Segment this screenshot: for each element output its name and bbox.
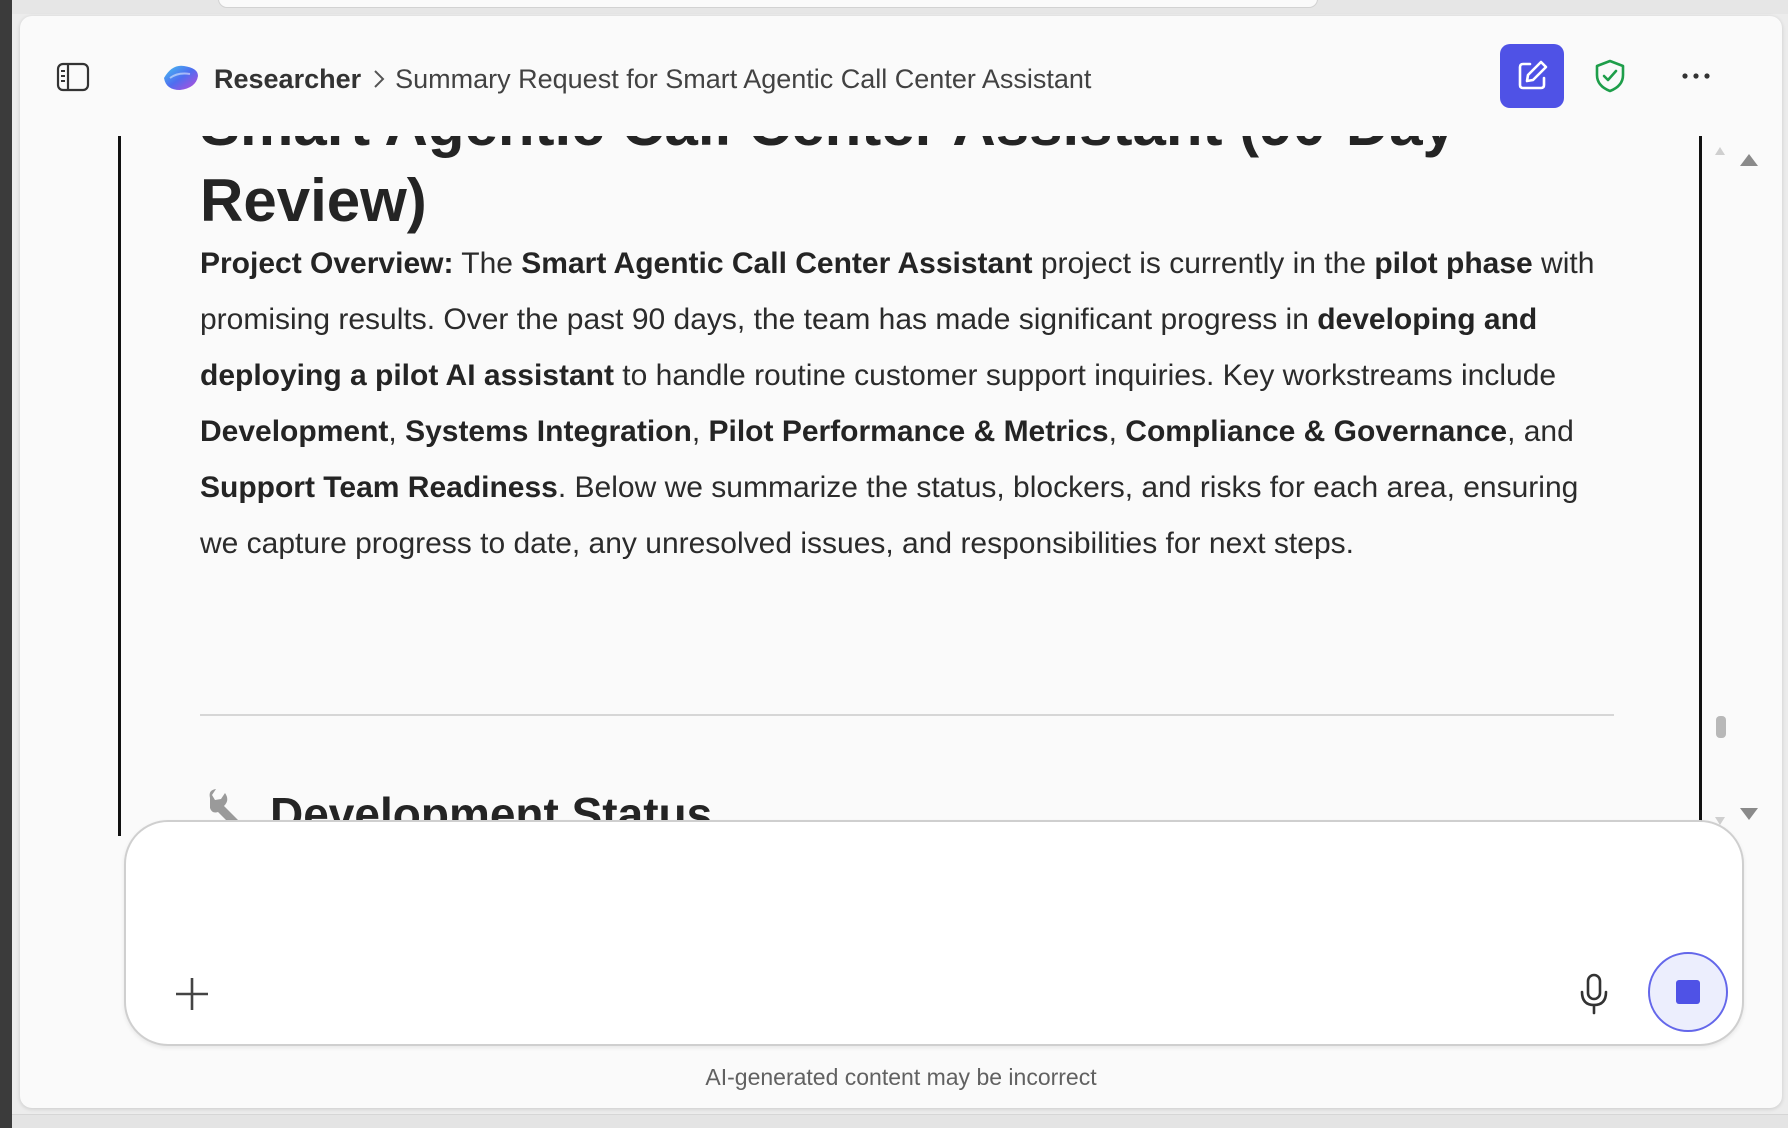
- top-search-bar-edge[interactable]: [218, 0, 1318, 8]
- researcher-logo: [160, 60, 202, 94]
- message-composer: [124, 820, 1744, 1046]
- shield-check-icon: [1595, 59, 1625, 93]
- scroll-up-arrow-small[interactable]: [1714, 146, 1726, 156]
- more-options-icon: [1682, 73, 1710, 79]
- header: Researcher Summary Request for Smart Age…: [20, 16, 1782, 136]
- microphone-icon: [1580, 973, 1608, 1015]
- chevron-right-icon: [374, 70, 385, 88]
- more-options-button[interactable]: [1672, 56, 1720, 96]
- report-heading-partial: Smart Agentic Call Center Assistant (90-…: [200, 136, 1456, 160]
- desktop-edge: [0, 0, 12, 1128]
- message-input[interactable]: [166, 852, 1666, 912]
- scroll-up-arrow[interactable]: [1738, 152, 1760, 168]
- new-chat-button[interactable]: [1500, 44, 1564, 108]
- project-overview-paragraph: Project Overview: The Smart Agentic Call…: [200, 247, 1595, 560]
- section-divider: [200, 714, 1614, 716]
- overview-label: Project Overview:: [200, 247, 454, 280]
- breadcrumb: Researcher Summary Request for Smart Age…: [214, 62, 1091, 96]
- breadcrumb-researcher[interactable]: Researcher: [214, 64, 361, 95]
- plus-icon: [176, 978, 208, 1010]
- report-heading: Review): [200, 167, 427, 234]
- conversation-title: Summary Request for Smart Agentic Call C…: [395, 63, 1092, 94]
- scroll-down-arrow[interactable]: [1738, 806, 1760, 822]
- stop-icon: [1676, 980, 1700, 1004]
- researcher-window: Researcher Summary Request for Smart Age…: [20, 16, 1782, 1108]
- compose-icon: [1518, 60, 1548, 90]
- protection-button[interactable]: [1588, 54, 1632, 98]
- scrollbar-thumb[interactable]: [1716, 716, 1726, 738]
- microphone-button[interactable]: [1570, 968, 1618, 1020]
- bottom-strip: [12, 1114, 1788, 1128]
- stop-generation-button[interactable]: [1648, 952, 1728, 1032]
- ai-disclaimer: AI-generated content may be incorrect: [705, 1064, 1097, 1090]
- add-attachment-button[interactable]: [168, 970, 216, 1018]
- report-content: Smart Agentic Call Center Assistant (90-…: [118, 136, 1702, 836]
- sidebar-toggle-button[interactable]: [54, 60, 92, 94]
- sidebar-toggle-icon: [56, 62, 90, 92]
